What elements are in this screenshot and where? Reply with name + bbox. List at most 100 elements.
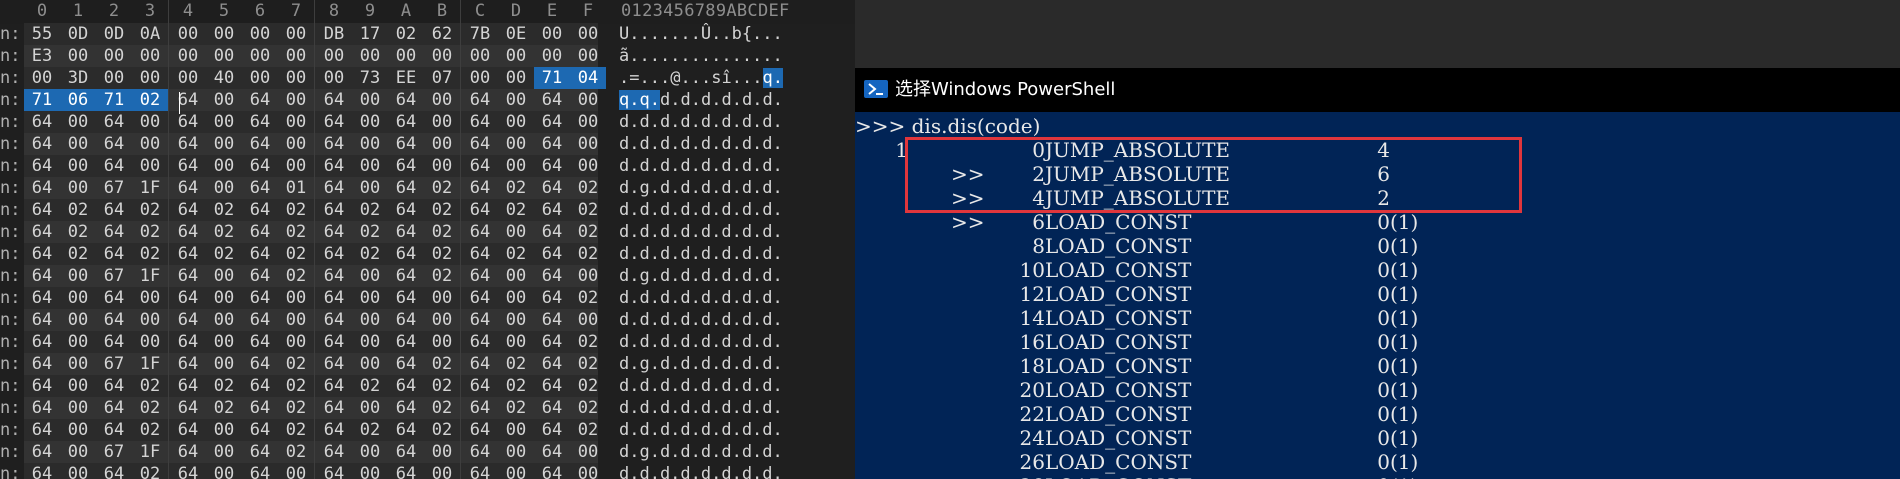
hex-byte[interactable]: 00 [534,23,570,45]
hex-byte[interactable]: 64 [242,265,278,287]
hex-byte[interactable]: 64 [534,463,570,479]
hex-byte[interactable]: 3D [60,67,96,89]
hex-byte[interactable]: 64 [24,397,60,419]
hex-byte[interactable]: 00 [242,45,278,67]
hex-byte[interactable]: 64 [96,133,132,155]
hex-byte[interactable]: 64 [462,397,498,419]
hex-byte[interactable]: 64 [388,89,424,111]
hex-byte[interactable]: 64 [534,133,570,155]
hex-byte[interactable]: 64 [96,221,132,243]
hex-byte[interactable]: 00 [424,287,460,309]
hex-byte[interactable]: 02 [570,419,606,441]
hex-byte[interactable]: 00 [206,331,242,353]
powershell-window[interactable]: 选择Windows PowerShell >>> dis.dis(code) 1… [855,68,1900,479]
hex-byte[interactable]: 64 [242,331,278,353]
hex-ascii-text[interactable]: d.g.d.d.d.d.d.d. [619,440,819,464]
hex-byte[interactable]: 64 [170,133,206,155]
hex-byte[interactable]: 02 [498,199,534,221]
hex-byte[interactable]: 64 [170,221,206,243]
hex-byte[interactable]: 00 [570,265,606,287]
hex-byte[interactable]: 00 [352,177,388,199]
hex-byte[interactable]: 64 [316,397,352,419]
hex-row[interactable]: n: 64 00 64 02 64 02 64 02 64 02 64 02 64 02 64 02 d.d.d.… [0,374,855,398]
hex-byte[interactable]: 64 [242,375,278,397]
hex-byte[interactable]: 02 [132,463,168,479]
hex-byte[interactable]: 64 [534,441,570,463]
hex-byte[interactable]: 00 [570,89,606,111]
hex-byte[interactable]: 02 [352,199,388,221]
hex-byte[interactable]: 64 [24,419,60,441]
hex-byte[interactable]: 00 [206,309,242,331]
hex-ascii-text[interactable]: q.q.d.d.d.d.d.d. [619,88,819,112]
hex-byte[interactable]: 00 [206,45,242,67]
hex-byte[interactable]: 64 [24,331,60,353]
hex-byte[interactable]: 64 [242,353,278,375]
hex-byte[interactable]: 00 [60,331,96,353]
hex-byte[interactable]: DB [316,23,352,45]
hex-byte[interactable]: 00 [96,67,132,89]
hex-byte[interactable]: 00 [498,67,534,89]
hex-byte[interactable]: 64 [534,155,570,177]
hex-byte[interactable]: 00 [352,397,388,419]
hex-byte[interactable]: 64 [534,177,570,199]
hex-byte[interactable]: 02 [570,353,606,375]
hex-byte[interactable]: 64 [170,463,206,479]
hex-byte[interactable]: 02 [424,177,460,199]
hex-byte[interactable]: 00 [132,45,168,67]
hex-byte[interactable]: 64 [316,111,352,133]
hex-byte[interactable]: 1F [132,177,168,199]
hex-byte[interactable]: 64 [316,375,352,397]
hex-byte[interactable]: 00 [462,45,498,67]
hex-byte[interactable]: 64 [242,463,278,479]
hex-byte[interactable]: 00 [570,441,606,463]
hex-byte[interactable]: 02 [60,221,96,243]
hex-byte[interactable]: 64 [170,353,206,375]
hex-byte[interactable]: 64 [96,243,132,265]
hex-byte[interactable]: 00 [206,287,242,309]
hex-byte[interactable]: 64 [170,441,206,463]
hex-byte[interactable]: 0E [498,23,534,45]
hex-byte[interactable]: 02 [570,177,606,199]
hex-ascii-text[interactable]: d.g.d.d.d.d.d.d. [619,352,819,376]
hex-byte[interactable]: 64 [388,199,424,221]
hex-byte[interactable]: 00 [570,23,606,45]
hex-byte[interactable]: 64 [316,287,352,309]
hex-byte[interactable]: 00 [278,309,314,331]
hex-byte[interactable]: 64 [96,111,132,133]
hex-byte[interactable]: 64 [534,419,570,441]
hex-byte[interactable]: 64 [242,309,278,331]
hex-byte[interactable]: 64 [242,155,278,177]
hex-ascii-text[interactable]: ã............... [619,44,819,68]
hex-row[interactable]: n: 64 00 64 02 64 02 64 02 64 00 64 02 64 02 64 02 d.d.d.… [0,396,855,420]
hex-byte[interactable]: 02 [352,375,388,397]
hex-byte[interactable]: 00 [352,353,388,375]
hex-byte[interactable]: 02 [206,243,242,265]
hex-row[interactable]: n: 64 00 67 1F 64 00 64 02 64 00 64 02 64 00 64 00 d.g.d.… [0,264,855,288]
hex-row[interactable]: n: 64 00 64 00 64 00 64 00 64 00 64 00 64 00 64 02 d.d.d.… [0,330,855,354]
hex-byte[interactable]: 02 [132,375,168,397]
hex-byte[interactable]: 00 [278,463,314,479]
hex-byte[interactable]: 00 [570,155,606,177]
hex-byte[interactable]: 00 [424,155,460,177]
hex-byte[interactable]: 02 [278,397,314,419]
hex-byte[interactable]: 64 [316,463,352,479]
hex-byte[interactable]: 64 [24,199,60,221]
hex-byte[interactable]: 64 [316,199,352,221]
hex-byte[interactable]: 00 [570,111,606,133]
hex-byte[interactable]: 02 [498,375,534,397]
hex-byte[interactable]: 64 [170,199,206,221]
hex-byte[interactable]: 06 [60,89,96,111]
hex-byte[interactable]: 02 [352,419,388,441]
hex-byte[interactable]: 64 [242,397,278,419]
hex-byte[interactable]: 00 [278,45,314,67]
hex-byte[interactable]: 00 [60,397,96,419]
hex-byte[interactable]: 00 [132,309,168,331]
hex-byte[interactable]: 02 [278,441,314,463]
hex-byte[interactable]: 67 [96,177,132,199]
hex-byte[interactable]: 00 [206,177,242,199]
hex-byte[interactable]: 00 [278,67,314,89]
hex-byte[interactable]: 02 [278,199,314,221]
hex-byte[interactable]: 00 [498,331,534,353]
hex-byte[interactable]: 17 [352,23,388,45]
hex-byte[interactable]: 64 [316,265,352,287]
